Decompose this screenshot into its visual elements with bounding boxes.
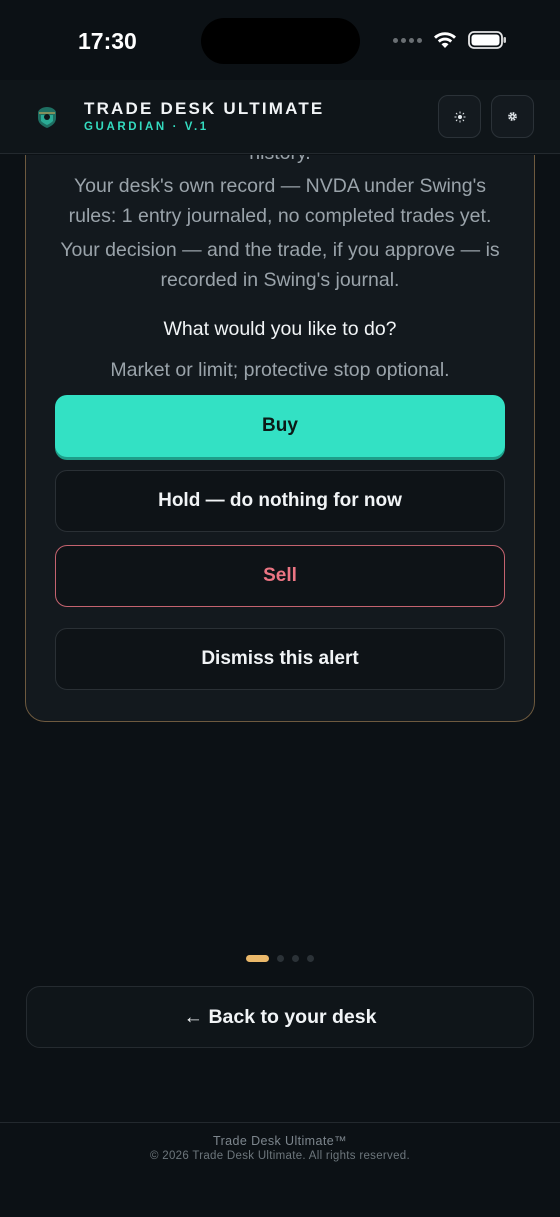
page-dot-active[interactable] — [246, 955, 269, 962]
status-bar: 17:30 — [0, 0, 560, 80]
wifi-icon — [434, 32, 456, 48]
page-dot[interactable] — [307, 955, 314, 962]
status-indicators — [393, 30, 508, 50]
app-title: TRADE DESK ULTIMATE — [84, 99, 325, 118]
app-header: TRADE DESK ULTIMATE GUARDIAN · V.1 — [0, 80, 560, 154]
alert-scroll-area[interactable]: history. Your desk's own record — NVDA u… — [0, 155, 560, 955]
footer-brand: Trade Desk Ultimate™ — [213, 1134, 347, 1148]
battery-icon — [468, 31, 506, 49]
page-dot[interactable] — [277, 955, 284, 962]
settings-button[interactable] — [491, 95, 534, 138]
footer-copyright: © 2026 Trade Desk Ultimate. All rights r… — [149, 1150, 410, 1162]
decision-text: Your decision — and the trade, if you ap… — [60, 239, 500, 291]
gear-icon — [508, 112, 517, 121]
history-text: history. — [50, 155, 510, 168]
hold-button[interactable]: Hold — do nothing for now — [55, 470, 505, 532]
guardian-logo-icon — [38, 107, 56, 128]
footer: Trade Desk Ultimate™ © 2026 Trade Desk U… — [0, 1122, 560, 1217]
page-indicator — [246, 955, 314, 962]
buy-button[interactable]: Buy — [55, 395, 505, 457]
status-time: 17:30 — [78, 28, 137, 54]
sun-icon — [454, 111, 465, 122]
app-subtitle: GUARDIAN · V.1 — [84, 121, 209, 133]
sell-button[interactable]: Sell — [55, 545, 505, 607]
record-text: Your desk's own record — NVDA under Swin… — [68, 175, 492, 227]
order-hint-text: Market or limit; protective stop optiona… — [110, 359, 450, 381]
question-text: What would you like to do? — [163, 318, 397, 340]
cellular-signal-icon — [393, 37, 422, 43]
dynamic-island — [201, 18, 360, 64]
theme-toggle-button[interactable] — [438, 95, 481, 138]
page-dot[interactable] — [292, 955, 299, 962]
back-to-desk-button[interactable]: ← Back to your desk — [26, 986, 534, 1048]
dismiss-alert-button[interactable]: Dismiss this alert — [55, 628, 505, 690]
